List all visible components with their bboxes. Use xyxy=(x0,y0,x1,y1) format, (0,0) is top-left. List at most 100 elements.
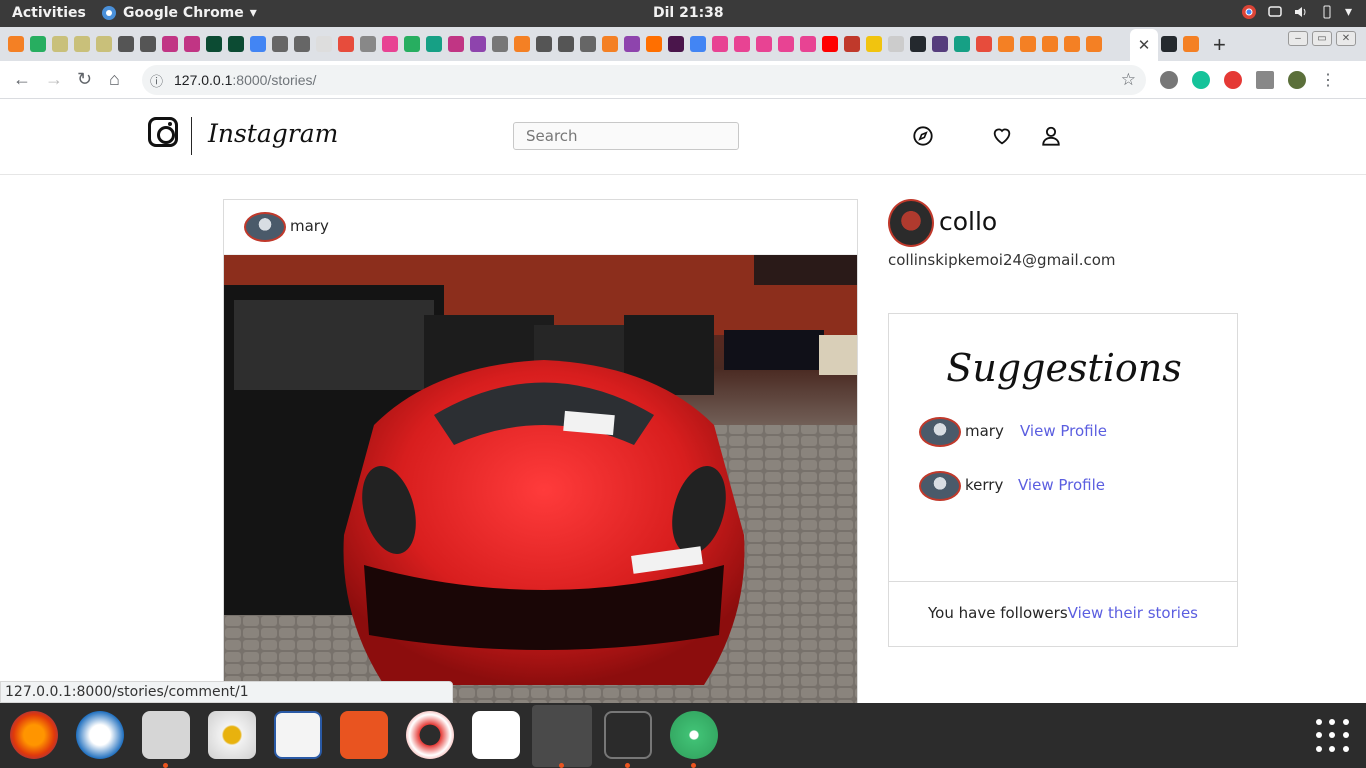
tab-favicon[interactable] xyxy=(470,36,486,52)
battery-icon[interactable] xyxy=(1319,4,1335,20)
tab-favicon[interactable] xyxy=(338,36,354,52)
tab-favicon[interactable] xyxy=(558,36,574,52)
tab-favicon[interactable] xyxy=(294,36,310,52)
app-menu[interactable]: Google Chrome ▾ xyxy=(101,5,257,21)
github-tab-icon[interactable] xyxy=(910,36,926,52)
tab-favicon[interactable] xyxy=(646,36,662,52)
post-image[interactable] xyxy=(224,255,858,709)
thunderbird-icon[interactable] xyxy=(76,711,124,759)
github-tab-icon[interactable] xyxy=(1161,36,1177,52)
stackoverflow-tab-icon[interactable] xyxy=(8,36,24,52)
volume-icon[interactable] xyxy=(1293,4,1309,20)
instagram-logo-icon[interactable] xyxy=(148,117,178,147)
back-icon[interactable]: ← xyxy=(13,69,31,90)
stackoverflow-tab-icon[interactable] xyxy=(1183,36,1199,52)
tab-favicon[interactable] xyxy=(426,36,442,52)
extension-icon[interactable] xyxy=(1224,71,1242,89)
pinned-tabs[interactable] xyxy=(8,36,1102,52)
tab-favicon[interactable] xyxy=(932,36,948,52)
more-menu-icon[interactable]: ⋮ xyxy=(1320,70,1336,90)
stackoverflow-tab-icon[interactable] xyxy=(998,36,1014,52)
home-icon[interactable]: ⌂ xyxy=(109,69,120,90)
system-tray[interactable]: ▾ xyxy=(1241,4,1352,20)
avatar[interactable] xyxy=(888,199,934,247)
url-text[interactable]: 127.0.0.1:8000/stories/ xyxy=(174,72,316,88)
tab-favicon[interactable] xyxy=(866,36,882,52)
maximize-button[interactable]: ▭ xyxy=(1312,31,1332,46)
tab-favicon[interactable] xyxy=(96,36,112,52)
close-icon[interactable]: ✕ xyxy=(1138,36,1151,54)
tab-favicon[interactable] xyxy=(404,36,420,52)
writer-icon[interactable] xyxy=(274,711,322,759)
ig-brand[interactable]: Instagram xyxy=(208,119,338,148)
tab-favicon[interactable] xyxy=(30,36,46,52)
tab-favicon[interactable] xyxy=(734,36,750,52)
rhythmbox-icon[interactable] xyxy=(208,711,256,759)
info-icon[interactable]: ⓘ xyxy=(150,71,163,90)
extension-icon[interactable] xyxy=(1160,71,1178,89)
tab-favicon[interactable] xyxy=(580,36,596,52)
google-tab-icon[interactable] xyxy=(690,36,706,52)
terminal-icon[interactable] xyxy=(604,711,652,759)
tab-favicon[interactable] xyxy=(976,36,992,52)
search-input[interactable] xyxy=(513,122,739,150)
tab-favicon[interactable] xyxy=(382,36,398,52)
view-stories-link[interactable]: View their stories xyxy=(1068,604,1198,622)
clock[interactable]: Dil 21:38 xyxy=(653,5,724,21)
avatar[interactable] xyxy=(244,212,286,242)
chrome-dock-icon[interactable] xyxy=(532,705,592,767)
profile-name[interactable]: collo xyxy=(939,207,997,236)
tab-favicon[interactable] xyxy=(316,36,332,52)
stackoverflow-tab-icon[interactable] xyxy=(1064,36,1080,52)
tab-favicon[interactable] xyxy=(800,36,816,52)
view-profile-link[interactable]: View Profile xyxy=(1018,476,1105,494)
instagram-tab-icon[interactable] xyxy=(184,36,200,52)
profile-avatar[interactable] xyxy=(1288,71,1306,89)
view-profile-link[interactable]: View Profile xyxy=(1020,422,1107,440)
tab-favicon[interactable] xyxy=(140,36,156,52)
tab-favicon[interactable] xyxy=(492,36,508,52)
tab-favicon[interactable] xyxy=(954,36,970,52)
explore-compass-icon[interactable] xyxy=(912,125,934,147)
django-tab-icon[interactable] xyxy=(206,36,222,52)
django-tab-icon[interactable] xyxy=(228,36,244,52)
atom-icon[interactable] xyxy=(670,711,718,759)
tab-favicon[interactable] xyxy=(272,36,288,52)
user-profile-icon[interactable] xyxy=(1040,125,1062,147)
minimize-button[interactable]: – xyxy=(1288,31,1308,46)
avatar[interactable] xyxy=(919,471,961,501)
instagram-tab-icon[interactable] xyxy=(162,36,178,52)
files-icon[interactable] xyxy=(142,711,190,759)
stackoverflow-tab-icon[interactable] xyxy=(1086,36,1102,52)
tab-favicon[interactable] xyxy=(712,36,728,52)
chevron-down-icon[interactable]: ▾ xyxy=(1345,4,1352,20)
instagram-tab-icon[interactable] xyxy=(448,36,464,52)
tab-favicon[interactable] xyxy=(52,36,68,52)
chrome-tray-icon[interactable] xyxy=(1241,4,1257,20)
stackoverflow-tab-icon[interactable] xyxy=(1042,36,1058,52)
tab-favicon[interactable] xyxy=(888,36,904,52)
close-window-button[interactable]: ✕ xyxy=(1336,31,1356,46)
google-tab-icon[interactable] xyxy=(250,36,266,52)
heart-icon[interactable] xyxy=(991,125,1013,147)
stackoverflow-tab-icon[interactable] xyxy=(514,36,530,52)
stackoverflow-tab-icon[interactable] xyxy=(602,36,618,52)
tab-favicon[interactable] xyxy=(756,36,772,52)
activities-button[interactable]: Activities xyxy=(12,5,86,21)
screen-icon[interactable] xyxy=(1267,4,1283,20)
tab-favicon[interactable] xyxy=(74,36,90,52)
help-icon[interactable] xyxy=(406,711,454,759)
firefox-icon[interactable] xyxy=(10,711,58,759)
tab-favicon[interactable] xyxy=(668,36,684,52)
tab-favicon[interactable] xyxy=(778,36,794,52)
show-applications-icon[interactable] xyxy=(1316,719,1350,753)
vuejs-icon[interactable] xyxy=(1256,71,1274,89)
tab-favicon[interactable] xyxy=(536,36,552,52)
tab-favicon[interactable] xyxy=(844,36,860,52)
new-tab-button[interactable]: + xyxy=(1213,32,1226,58)
amazon-icon[interactable] xyxy=(472,711,520,759)
avatar[interactable] xyxy=(919,417,961,447)
tab-favicon[interactable] xyxy=(118,36,134,52)
stackoverflow-tab-icon[interactable] xyxy=(1020,36,1036,52)
youtube-tab-icon[interactable] xyxy=(822,36,838,52)
